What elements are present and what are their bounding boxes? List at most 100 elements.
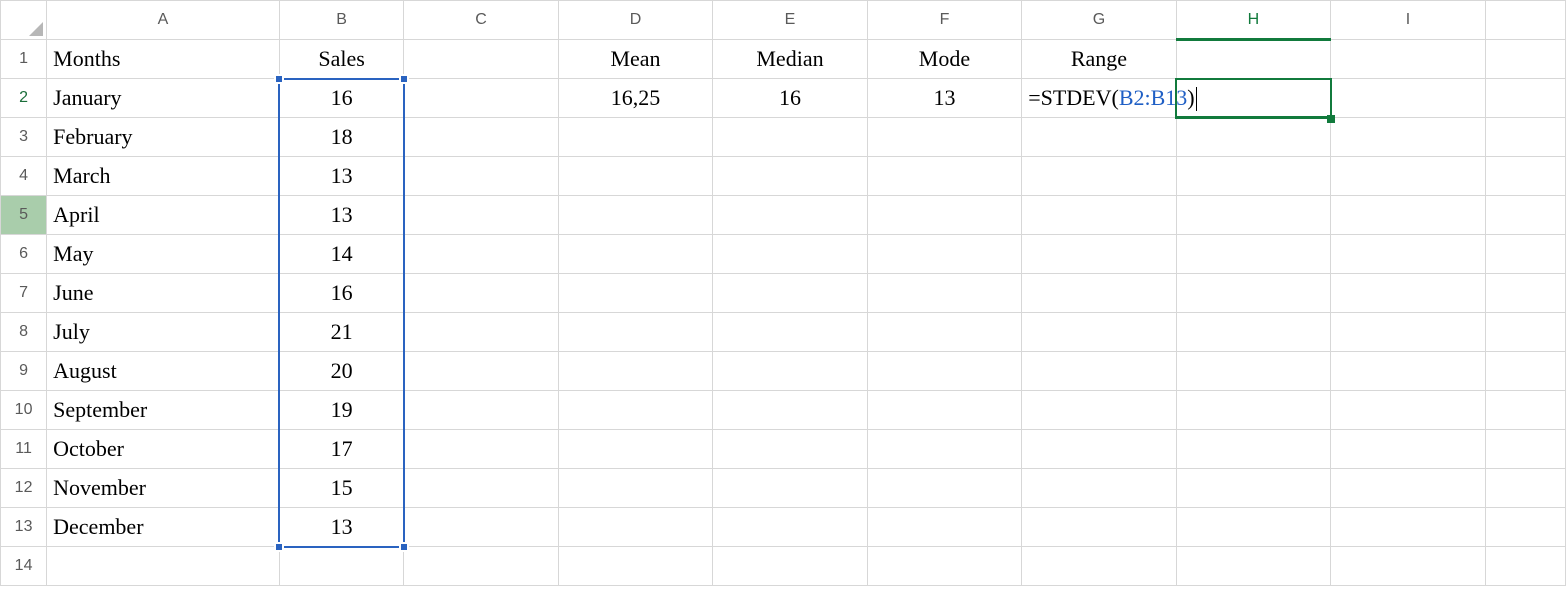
cell-H5[interactable] [1176, 196, 1330, 235]
cell-D1[interactable]: Mean [558, 40, 712, 79]
cell-I12[interactable] [1331, 469, 1485, 508]
cell-F10[interactable] [867, 391, 1021, 430]
row-header-5[interactable]: 5 [1, 196, 47, 235]
cell-I9[interactable] [1331, 352, 1485, 391]
cell-B7[interactable]: 16 [279, 274, 403, 313]
cell-A3[interactable]: February [47, 118, 280, 157]
cell-B8[interactable]: 21 [279, 313, 403, 352]
cell-C4[interactable] [404, 157, 558, 196]
cell-extra-14[interactable] [1485, 547, 1565, 586]
cell-D11[interactable] [558, 430, 712, 469]
cell-E5[interactable] [713, 196, 867, 235]
cell-extra-3[interactable] [1485, 118, 1565, 157]
row-header-9[interactable]: 9 [1, 352, 47, 391]
cell-I4[interactable] [1331, 157, 1485, 196]
cell-H10[interactable] [1176, 391, 1330, 430]
cell-H9[interactable] [1176, 352, 1330, 391]
cell-B9[interactable]: 20 [279, 352, 403, 391]
cell-F9[interactable] [867, 352, 1021, 391]
row-header-11[interactable]: 11 [1, 430, 47, 469]
cell-E2[interactable]: 16 [713, 79, 867, 118]
cell-extra-10[interactable] [1485, 391, 1565, 430]
cell-extra-6[interactable] [1485, 235, 1565, 274]
cell-F13[interactable] [867, 508, 1021, 547]
cell-F6[interactable] [867, 235, 1021, 274]
cell-C6[interactable] [404, 235, 558, 274]
cell-E8[interactable] [713, 313, 867, 352]
cell-C2[interactable] [404, 79, 558, 118]
cell-E9[interactable] [713, 352, 867, 391]
cell-G2[interactable]: =STDEV(B2:B13) [1022, 79, 1176, 118]
formula-editor[interactable]: =STDEV(B2:B13) [1028, 85, 1196, 110]
cell-A12[interactable]: November [47, 469, 280, 508]
cell-extra-4[interactable] [1485, 157, 1565, 196]
row-header-8[interactable]: 8 [1, 313, 47, 352]
column-header-G[interactable]: G [1022, 1, 1176, 40]
cell-H1[interactable] [1176, 40, 1330, 79]
cell-H3[interactable] [1176, 118, 1330, 157]
column-header-E[interactable]: E [713, 1, 867, 40]
cell-G14[interactable] [1022, 547, 1176, 586]
cell-A5[interactable]: April [47, 196, 280, 235]
cell-extra-13[interactable] [1485, 508, 1565, 547]
cell-I14[interactable] [1331, 547, 1485, 586]
cell-F5[interactable] [867, 196, 1021, 235]
row-header-2[interactable]: 2 [1, 79, 47, 118]
cell-I2[interactable] [1331, 79, 1485, 118]
cell-D5[interactable] [558, 196, 712, 235]
cell-A6[interactable]: May [47, 235, 280, 274]
cell-C10[interactable] [404, 391, 558, 430]
cell-F4[interactable] [867, 157, 1021, 196]
cell-extra-1[interactable] [1485, 40, 1565, 79]
cell-I7[interactable] [1331, 274, 1485, 313]
row-header-10[interactable]: 10 [1, 391, 47, 430]
cell-extra-8[interactable] [1485, 313, 1565, 352]
cell-F12[interactable] [867, 469, 1021, 508]
cell-H12[interactable] [1176, 469, 1330, 508]
cell-H6[interactable] [1176, 235, 1330, 274]
cell-G9[interactable] [1022, 352, 1176, 391]
cell-extra-2[interactable] [1485, 79, 1565, 118]
cell-D6[interactable] [558, 235, 712, 274]
cell-G8[interactable] [1022, 313, 1176, 352]
cell-I1[interactable] [1331, 40, 1485, 79]
cell-D8[interactable] [558, 313, 712, 352]
cell-F11[interactable] [867, 430, 1021, 469]
cell-extra-9[interactable] [1485, 352, 1565, 391]
row-header-1[interactable]: 1 [1, 40, 47, 79]
cell-G13[interactable] [1022, 508, 1176, 547]
cell-H7[interactable] [1176, 274, 1330, 313]
cell-E3[interactable] [713, 118, 867, 157]
cell-C12[interactable] [404, 469, 558, 508]
cell-H13[interactable] [1176, 508, 1330, 547]
column-header-I[interactable]: I [1331, 1, 1485, 40]
cell-A2[interactable]: January [47, 79, 280, 118]
row-header-7[interactable]: 7 [1, 274, 47, 313]
column-header-extra[interactable] [1485, 1, 1565, 40]
spreadsheet-grid[interactable]: ABCDEFGHI1MonthsSalesMeanMedianModeRange… [0, 0, 1566, 604]
cell-B6[interactable]: 14 [279, 235, 403, 274]
cell-D3[interactable] [558, 118, 712, 157]
cell-extra-12[interactable] [1485, 469, 1565, 508]
cell-G10[interactable] [1022, 391, 1176, 430]
cell-I5[interactable] [1331, 196, 1485, 235]
cell-B10[interactable]: 19 [279, 391, 403, 430]
cell-extra-11[interactable] [1485, 430, 1565, 469]
cell-G6[interactable] [1022, 235, 1176, 274]
cell-F14[interactable] [867, 547, 1021, 586]
cell-D13[interactable] [558, 508, 712, 547]
row-header-14[interactable]: 14 [1, 547, 47, 586]
cell-C8[interactable] [404, 313, 558, 352]
cell-E12[interactable] [713, 469, 867, 508]
cell-F2[interactable]: 13 [867, 79, 1021, 118]
cell-A9[interactable]: August [47, 352, 280, 391]
cell-A8[interactable]: July [47, 313, 280, 352]
cell-D7[interactable] [558, 274, 712, 313]
cell-A7[interactable]: June [47, 274, 280, 313]
cell-G11[interactable] [1022, 430, 1176, 469]
row-header-12[interactable]: 12 [1, 469, 47, 508]
cell-D4[interactable] [558, 157, 712, 196]
column-header-B[interactable]: B [279, 1, 403, 40]
cell-G12[interactable] [1022, 469, 1176, 508]
cell-B3[interactable]: 18 [279, 118, 403, 157]
